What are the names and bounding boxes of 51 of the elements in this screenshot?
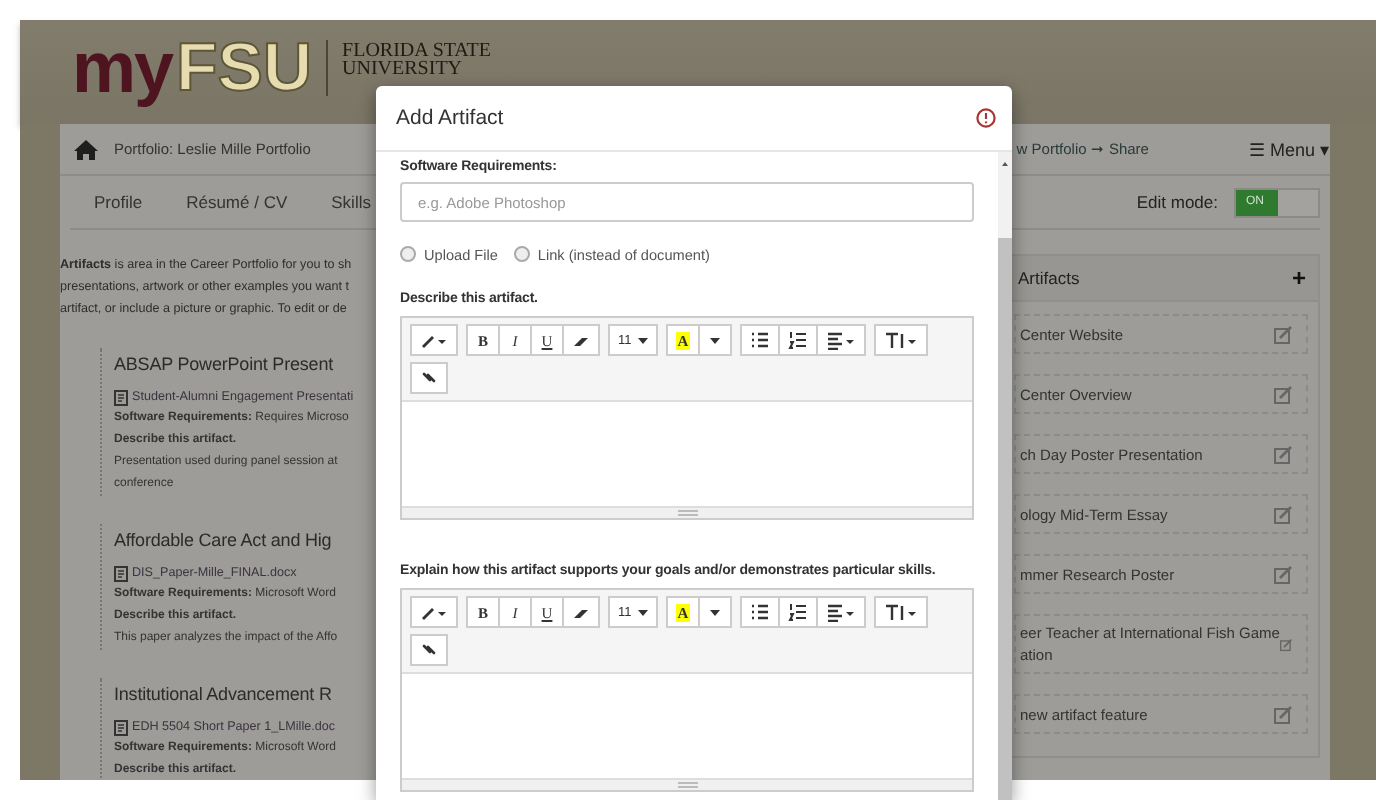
toolbar-button[interactable] (410, 596, 458, 628)
numbered-list-icon (788, 330, 809, 350)
university-name: UNIVERSITY (342, 60, 465, 79)
scrollbar[interactable] (998, 152, 1012, 800)
logo-text: FSU (176, 32, 313, 104)
toolbar-button[interactable] (778, 596, 819, 628)
caret-icon (637, 337, 648, 343)
caret-icon (710, 609, 721, 615)
toolbar-button[interactable] (874, 596, 929, 628)
toolbar-button[interactable] (778, 324, 819, 356)
numbered-list-icon (788, 602, 809, 622)
nav-tab[interactable]: Profile (94, 192, 143, 212)
toolbar-button[interactable] (698, 324, 733, 356)
caret-icon (710, 337, 721, 343)
add-button[interactable]: + (1291, 264, 1306, 292)
file-icon (114, 389, 128, 405)
artifact-title: Institutional Advancement R (114, 682, 334, 708)
toolbar-button[interactable] (410, 634, 448, 666)
nav-tab[interactable]: Skills (331, 192, 371, 212)
resize-handle (677, 510, 697, 516)
logo-text: my (72, 32, 173, 104)
align-icon (826, 330, 857, 350)
toolbar-button[interactable] (410, 324, 458, 356)
home-icon (74, 139, 98, 159)
toolbar-button[interactable] (562, 596, 600, 628)
toolbar-button[interactable] (816, 324, 867, 356)
modal-title: Add Artifact (396, 106, 504, 130)
toolbar-button[interactable] (410, 362, 448, 394)
panel-title: Artifacts (1018, 268, 1080, 288)
toolbar-button[interactable] (698, 596, 733, 628)
toolbar-button[interactable] (816, 596, 867, 628)
toolbar-button[interactable] (740, 324, 781, 356)
info-icon[interactable] (976, 108, 996, 128)
menu-button[interactable]: ☰ Menu ▾ (1248, 139, 1330, 159)
line-height-icon (884, 602, 919, 622)
artifact-title: ABSAP PowerPoint Present (114, 352, 335, 378)
university-name: FLORIDA STATE (342, 41, 492, 60)
bullet-list-icon (750, 330, 771, 350)
artifact-title: Affordable Care Act and Hig (114, 528, 334, 554)
toolbar-button[interactable] (874, 324, 929, 356)
nav-tab[interactable]: Résumé / CV (186, 192, 288, 212)
toolbar-button[interactable] (562, 324, 600, 356)
line-height-icon (884, 330, 919, 350)
align-icon (826, 602, 857, 622)
bullet-list-icon (750, 602, 771, 622)
resize-handle (677, 782, 697, 788)
edit-mode-label: Edit mode: (1136, 192, 1218, 212)
caret-icon (637, 609, 648, 615)
toolbar-button[interactable] (740, 596, 781, 628)
file-icon (114, 719, 128, 735)
file-icon (114, 565, 128, 581)
